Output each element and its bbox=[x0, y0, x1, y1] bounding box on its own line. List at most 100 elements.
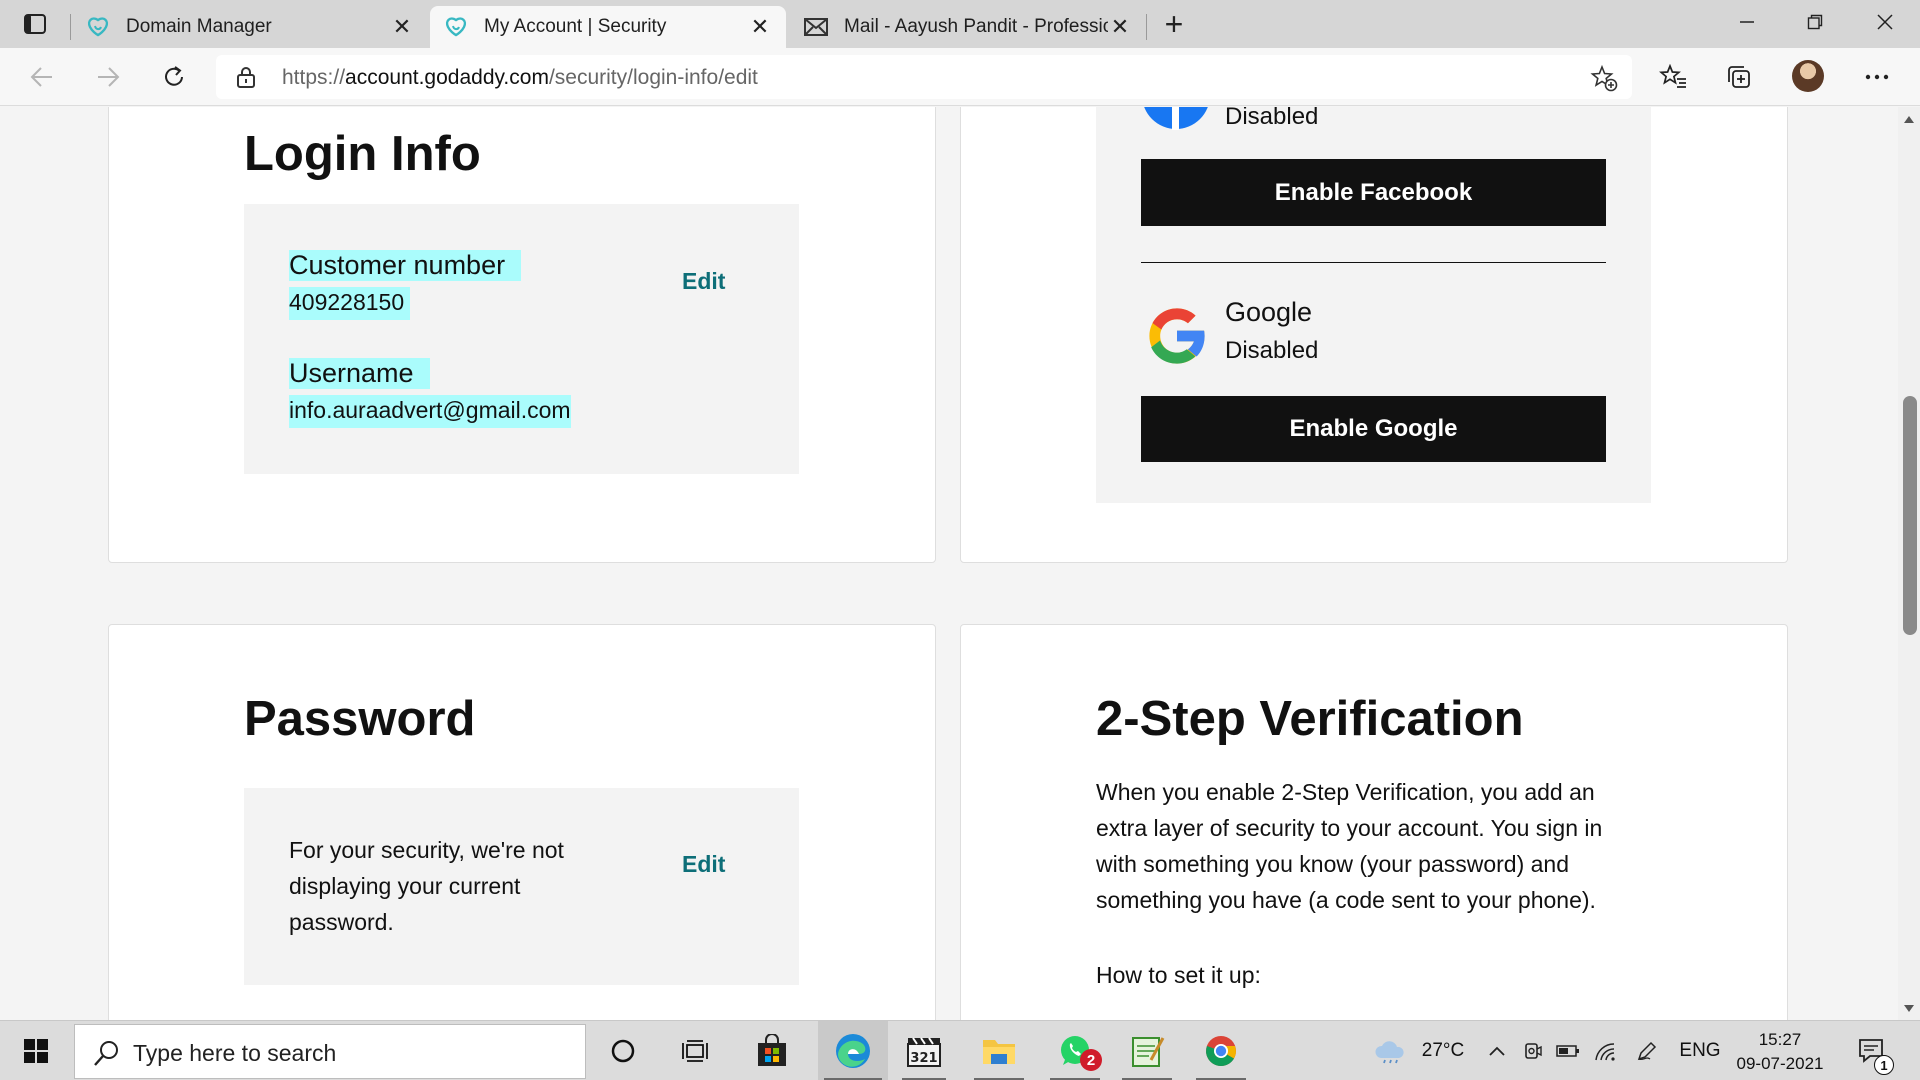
close-tab-icon[interactable]: ✕ bbox=[1108, 14, 1132, 39]
search-placeholder: Type here to search bbox=[133, 1040, 337, 1066]
edit-password-link[interactable]: Edit bbox=[682, 851, 725, 878]
close-tab-icon[interactable]: ✕ bbox=[748, 14, 772, 39]
clock-time: 15:27 bbox=[1758, 1030, 1802, 1049]
browser-toolbar: https://account.godaddy.com/security/log… bbox=[0, 48, 1920, 106]
close-icon bbox=[1877, 14, 1893, 30]
minimize-button[interactable] bbox=[1714, 0, 1780, 44]
username-value: info.auraadvert@gmail.com bbox=[289, 395, 571, 428]
notepad-icon bbox=[1132, 1037, 1165, 1067]
taskbar-edge[interactable] bbox=[818, 1021, 888, 1080]
arrow-right-icon bbox=[98, 67, 120, 87]
forward-button[interactable] bbox=[88, 58, 128, 96]
tab-domain-manager[interactable]: Domain Manager ✕ bbox=[72, 6, 428, 48]
tab-mail[interactable]: Mail - Aayush Pandit - Profession ✕ bbox=[790, 6, 1146, 48]
system-clock[interactable]: 15:27 09-07-2021 bbox=[1736, 1028, 1824, 1076]
svg-text:321: 321 bbox=[910, 1051, 937, 1066]
clapperboard-icon: 321 bbox=[907, 1037, 941, 1067]
address-bar[interactable]: https://account.godaddy.com/security/log… bbox=[216, 55, 1632, 99]
edit-login-info-link[interactable]: Edit bbox=[682, 268, 725, 295]
weather-icon[interactable] bbox=[1370, 1021, 1410, 1080]
battery-icon[interactable] bbox=[1554, 1021, 1582, 1080]
wifi-icon[interactable] bbox=[1590, 1021, 1620, 1080]
browser-tab-strip: Domain Manager ✕ My Account | Security ✕… bbox=[0, 0, 1920, 48]
scroll-down-icon[interactable] bbox=[1898, 998, 1920, 1018]
start-button[interactable] bbox=[14, 1021, 58, 1080]
edge-icon bbox=[836, 1034, 870, 1068]
password-message: For your security, we're not displaying … bbox=[289, 837, 564, 935]
taskbar-search-box[interactable]: Type here to search bbox=[74, 1024, 586, 1079]
search-icon bbox=[94, 1041, 118, 1066]
scroll-up-icon[interactable] bbox=[1898, 109, 1920, 129]
windows-icon bbox=[24, 1039, 48, 1063]
taskbar-video-app[interactable]: 321 bbox=[896, 1021, 952, 1080]
social-login-panel: Disabled Enable Facebook Google Disabled… bbox=[1096, 107, 1651, 503]
action-center-button[interactable]: 1 bbox=[1852, 1021, 1894, 1080]
folder-icon bbox=[983, 1040, 1015, 1064]
login-info-card: Login Info Customer number 409228150 Use… bbox=[108, 107, 936, 563]
tab-separator bbox=[1146, 14, 1147, 40]
new-tab-button[interactable]: + bbox=[1158, 6, 1190, 42]
tab-separator bbox=[70, 14, 71, 40]
clock-date: 09-07-2021 bbox=[1736, 1054, 1824, 1073]
minimize-icon bbox=[1740, 21, 1754, 23]
restore-button[interactable] bbox=[1782, 0, 1848, 44]
pen-icon[interactable] bbox=[1632, 1021, 1662, 1080]
favorites-button[interactable] bbox=[1656, 60, 1690, 94]
google-status: Disabled bbox=[1225, 337, 1319, 364]
tab-my-account-security[interactable]: My Account | Security ✕ bbox=[430, 6, 786, 48]
settings-menu-button[interactable] bbox=[1860, 60, 1894, 94]
taskbar-chrome[interactable] bbox=[1190, 1021, 1252, 1080]
enable-facebook-button[interactable]: Enable Facebook bbox=[1141, 159, 1606, 226]
page-viewport: Login Info Customer number 409228150 Use… bbox=[0, 107, 1898, 1020]
scrollbar-thumb[interactable] bbox=[1903, 396, 1917, 635]
username-label: Username bbox=[289, 358, 430, 389]
windows-taskbar: Type here to search 321 2 27°C ENG 15:27… bbox=[0, 1020, 1920, 1080]
password-panel: For your security, we're not displaying … bbox=[244, 788, 799, 985]
add-favorite-icon[interactable] bbox=[1590, 64, 1618, 92]
tab-title: My Account | Security bbox=[484, 16, 667, 37]
tab-actions-button[interactable] bbox=[18, 10, 52, 38]
enable-google-button[interactable]: Enable Google bbox=[1141, 396, 1606, 462]
store-icon bbox=[758, 1034, 786, 1066]
taskbar-file-explorer[interactable] bbox=[968, 1021, 1030, 1080]
taskbar-whatsapp[interactable]: 2 bbox=[1044, 1021, 1106, 1080]
notification-count-badge: 1 bbox=[1874, 1055, 1894, 1075]
refresh-button[interactable] bbox=[154, 58, 194, 96]
lock-icon[interactable] bbox=[236, 66, 256, 88]
close-window-button[interactable] bbox=[1852, 0, 1918, 44]
facebook-status: Disabled bbox=[1225, 107, 1319, 130]
task-view-button[interactable] bbox=[672, 1021, 718, 1080]
social-login-card: Disabled Enable Facebook Google Disabled… bbox=[960, 107, 1788, 563]
tab-title: Domain Manager bbox=[126, 16, 272, 37]
url-scheme: https:// bbox=[282, 66, 346, 89]
more-icon bbox=[1865, 74, 1889, 80]
show-hidden-icons-chevron-up-icon[interactable] bbox=[1484, 1021, 1510, 1080]
login-info-title: Login Info bbox=[244, 127, 481, 181]
language-indicator[interactable]: ENG bbox=[1670, 1021, 1730, 1080]
collections-icon bbox=[1728, 66, 1750, 88]
login-info-panel: Customer number 409228150 Username info.… bbox=[244, 204, 799, 474]
mail-icon bbox=[804, 15, 828, 39]
cortana-button[interactable] bbox=[600, 1021, 646, 1080]
page-scrollbar[interactable] bbox=[1898, 107, 1920, 1020]
two-step-card: 2-Step Verification When you enable 2-St… bbox=[960, 624, 1788, 1020]
profile-avatar[interactable] bbox=[1792, 60, 1824, 92]
refresh-icon bbox=[165, 66, 183, 86]
camera-icon[interactable] bbox=[1520, 1021, 1546, 1080]
taskbar-notepad-app[interactable] bbox=[1116, 1021, 1178, 1080]
customer-number-value: 409228150 bbox=[289, 287, 411, 320]
whatsapp-unread-badge: 2 bbox=[1080, 1049, 1102, 1071]
tab-actions-icon bbox=[24, 14, 46, 34]
cortana-icon bbox=[611, 1039, 635, 1063]
collections-button[interactable] bbox=[1722, 60, 1756, 94]
url-host: account.godaddy.com bbox=[345, 66, 549, 89]
google-icon bbox=[1141, 300, 1213, 372]
two-step-title: 2-Step Verification bbox=[1096, 692, 1524, 746]
url-text[interactable]: https://account.godaddy.com/security/log… bbox=[282, 66, 758, 90]
close-tab-icon[interactable]: ✕ bbox=[390, 14, 414, 39]
back-button[interactable] bbox=[22, 58, 62, 96]
weather-temperature[interactable]: 27°C bbox=[1414, 1021, 1472, 1080]
customer-number-label: Customer number bbox=[289, 250, 522, 281]
taskbar-store[interactable] bbox=[746, 1021, 798, 1080]
two-step-how-to: How to set it up: bbox=[1096, 962, 1261, 988]
